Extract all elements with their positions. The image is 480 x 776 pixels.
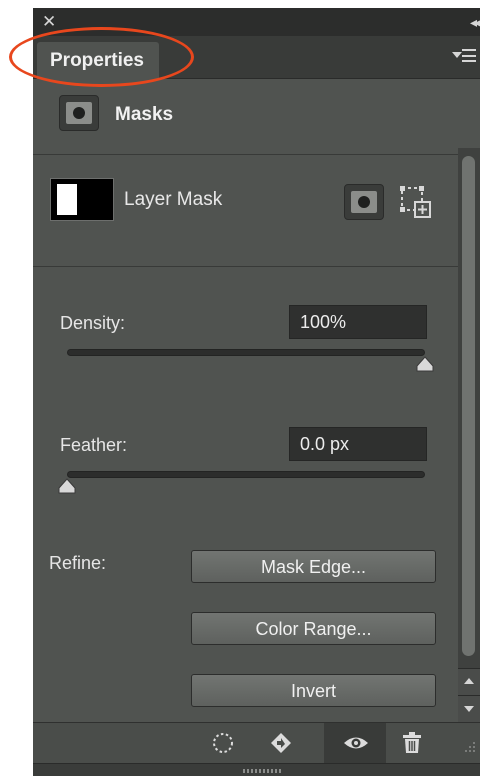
density-slider-thumb[interactable] [415,356,435,372]
density-field[interactable]: 100% [289,305,427,339]
trash-icon[interactable] [400,731,424,755]
density-label: Density: [60,313,126,333]
pixel-mask-icon [59,95,99,131]
feather-field[interactable]: 0.0 px [289,427,427,461]
layer-mask-label: Layer Mask [124,189,223,210]
divider [33,154,480,155]
density-slider-track[interactable] [67,349,425,356]
eye-icon[interactable] [343,731,369,755]
panel-footer [33,763,480,776]
vector-mask-icon[interactable] [399,185,433,219]
scroll-down-arrow-icon[interactable] [458,695,480,722]
section-title: Masks [115,104,174,125]
highlight-annotation-ring [9,27,194,87]
feather-slider-track[interactable] [67,471,425,478]
refine-label: Refine: [49,553,107,573]
scroll-thumb[interactable] [462,156,475,656]
divider [33,266,480,267]
panel-content: Masks Layer Mask Density: 100% Feather: … [33,8,480,776]
scroll-up-arrow-icon[interactable] [458,668,480,695]
collapse-double-arrow-icon[interactable]: ◂◂ [470,13,480,31]
color-range-button[interactable]: Color Range... [191,612,436,645]
invert-button[interactable]: Invert [191,674,436,707]
resize-grip-icon[interactable] [462,739,476,753]
vertical-scrollbar[interactable] [458,148,480,728]
mask-edge-button[interactable]: Mask Edge... [191,550,436,583]
panel-resize-grip-icon[interactable] [243,769,283,773]
masks-header: Masks [33,79,480,155]
layer-mask-thumbnail[interactable] [50,178,114,221]
feather-slider-thumb[interactable] [57,478,77,494]
bottom-toolbar [33,722,480,763]
pixel-mask-icon[interactable] [344,184,384,220]
properties-panel: ✕ ◂◂ Properties Masks Layer Mask Density… [33,8,480,776]
load-selection-icon[interactable] [211,731,235,755]
feather-label: Feather: [60,435,128,455]
apply-mask-icon[interactable] [269,731,293,755]
